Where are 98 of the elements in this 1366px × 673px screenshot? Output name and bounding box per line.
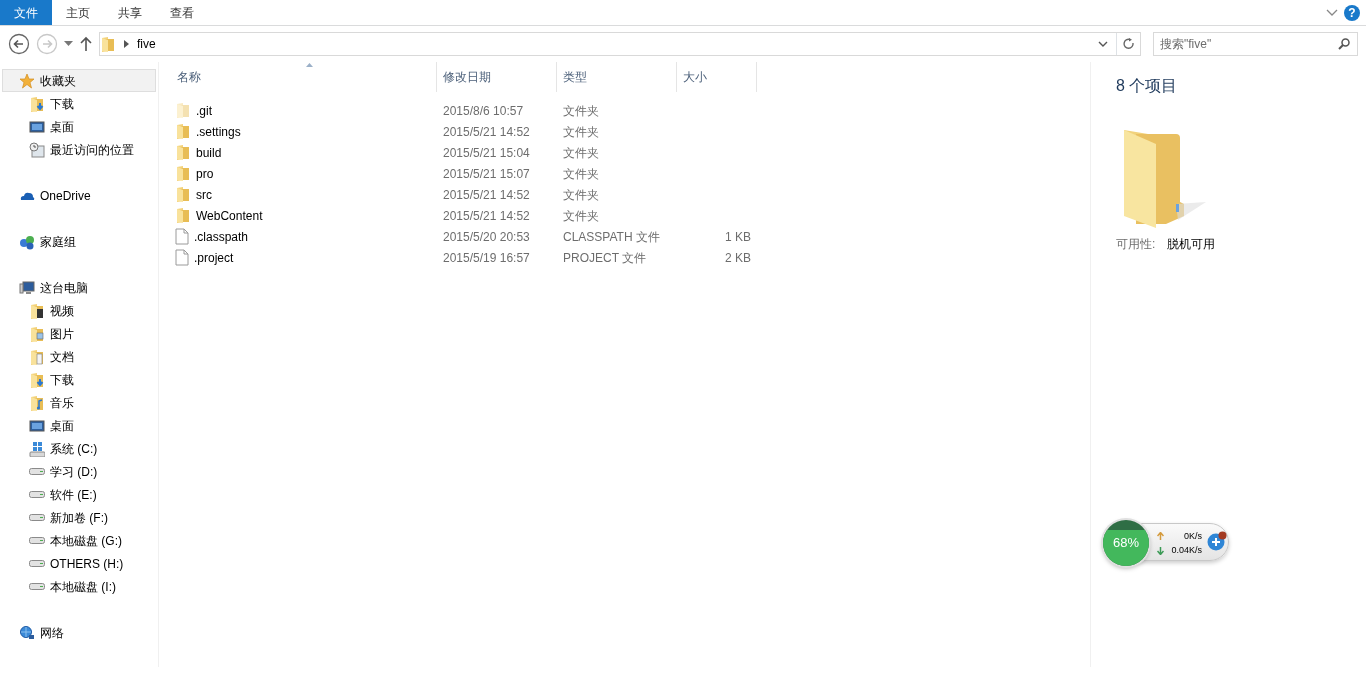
breadcrumb-arrow-icon — [124, 40, 129, 48]
upload-arrow-icon — [1157, 532, 1164, 540]
document-folder-icon — [29, 348, 45, 365]
search-field[interactable]: 搜索"five" — [1153, 32, 1358, 56]
chevron-down-icon[interactable] — [1326, 8, 1338, 17]
address-bar[interactable]: five — [99, 32, 1141, 56]
download-arrow-icon — [1157, 547, 1164, 555]
file-name[interactable]: WebContent — [196, 206, 263, 225]
sidebar-item[interactable]: 桌面 — [2, 414, 156, 437]
sidebar-item[interactable]: 家庭组 — [2, 230, 156, 253]
sidebar-item[interactable]: 下载 — [2, 368, 156, 391]
file-name[interactable]: .settings — [196, 122, 241, 141]
gauge-percent: 68% — [1112, 534, 1140, 552]
file-type: CLASSPATH 文件 — [563, 229, 660, 244]
sidebar-item[interactable]: OTHERS (H:) — [2, 552, 156, 575]
breadcrumb-item[interactable]: five — [137, 35, 156, 53]
back-button[interactable] — [8, 33, 30, 55]
help-button[interactable]: ? — [1344, 4, 1360, 21]
modified-date: 2015/5/21 15:07 — [443, 166, 530, 181]
sidebar-item[interactable]: 学习 (D:) — [2, 460, 156, 483]
file-type: 文件夹 — [563, 187, 599, 202]
star-icon — [19, 72, 35, 89]
file-size: 1 KB — [725, 229, 751, 244]
picture-folder-icon — [29, 325, 45, 342]
item-count: 8 个项目 — [1116, 76, 1179, 96]
recent-places-icon — [29, 141, 45, 158]
music-folder-icon — [29, 394, 45, 411]
drive-icon — [29, 468, 45, 475]
drive-icon — [29, 583, 45, 590]
sidebar-item[interactable]: 视频 — [2, 299, 156, 322]
file-type: 文件夹 — [563, 124, 599, 139]
sidebar-item[interactable]: 最近访问的位置 — [2, 138, 156, 161]
sidebar-item[interactable]: 网络 — [2, 621, 156, 644]
video-folder-icon — [29, 302, 45, 319]
file-type: PROJECT 文件 — [563, 250, 647, 265]
folder-icon — [100, 35, 116, 53]
download-folder-icon — [29, 95, 45, 112]
sidebar-item[interactable]: 软件 (E:) — [2, 483, 156, 506]
sidebar-item[interactable]: 桌面 — [2, 115, 156, 138]
monitor-icon — [29, 118, 45, 135]
drive-icon — [29, 491, 45, 498]
file-name[interactable]: src — [196, 185, 212, 204]
file-name[interactable]: .git — [196, 101, 212, 120]
modified-date: 2015/8/6 10:57 — [443, 103, 524, 118]
sidebar-item[interactable]: 图片 — [2, 322, 156, 345]
sort-arrow-icon — [305, 63, 313, 67]
column-header[interactable]: 名称 — [175, 62, 437, 92]
sidebar-item[interactable]: OneDrive — [2, 184, 156, 207]
sidebar-item[interactable]: 本地磁盘 (G:) — [2, 529, 156, 552]
modified-date: 2015/5/19 16:57 — [443, 250, 530, 265]
file-type: 文件夹 — [563, 166, 599, 181]
system-drive-icon — [29, 440, 45, 457]
ribbon-tab[interactable]: 查看 — [156, 0, 208, 25]
file-name[interactable]: .classpath — [194, 227, 249, 246]
file-size: 2 KB — [725, 250, 751, 265]
sidebar-item[interactable]: 系统 (C:) — [2, 437, 156, 460]
property-value: 脱机可用 — [1167, 236, 1216, 253]
file-name[interactable]: .project — [194, 248, 234, 267]
sidebar-item[interactable]: 文档 — [2, 345, 156, 368]
drive-icon — [29, 560, 45, 567]
download-folder-icon — [29, 371, 45, 388]
download-speed: 0.04K/s — [1171, 544, 1202, 557]
modified-date: 2015/5/21 15:04 — [443, 145, 530, 160]
upload-speed: 0K/s — [1184, 530, 1202, 543]
plus-button[interactable] — [1207, 531, 1227, 551]
column-header[interactable]: 类型 — [557, 62, 677, 92]
ribbon-tab[interactable]: 共享 — [104, 0, 156, 25]
file-type: 文件夹 — [563, 103, 599, 118]
property-label: 可用性: — [1116, 236, 1156, 253]
up-arrow-button[interactable] — [79, 36, 93, 52]
refresh-icon[interactable] — [1122, 38, 1135, 50]
sidebar-item[interactable]: 新加卷 (F:) — [2, 506, 156, 529]
drive-icon — [29, 537, 45, 544]
homegroup-icon — [19, 233, 35, 250]
sidebar-item[interactable]: 音乐 — [2, 391, 156, 414]
chevron-down-icon[interactable] — [1098, 40, 1108, 48]
ribbon-tab[interactable]: 文件 — [0, 0, 52, 25]
monitor-icon — [29, 417, 45, 434]
drive-icon — [29, 514, 45, 521]
file-name[interactable]: build — [196, 143, 222, 162]
dropdown-caret-icon[interactable] — [64, 41, 73, 47]
modified-date: 2015/5/21 14:52 — [443, 208, 530, 223]
ribbon-tab[interactable]: 主页 — [52, 0, 104, 25]
sidebar-item[interactable]: 这台电脑 — [2, 276, 156, 299]
modified-date: 2015/5/21 14:52 — [443, 187, 530, 202]
file-name[interactable]: pro — [196, 164, 214, 183]
modified-date: 2015/5/21 14:52 — [443, 124, 530, 139]
file-type: 文件夹 — [563, 208, 599, 223]
file-type: 文件夹 — [563, 145, 599, 160]
column-header[interactable]: 修改日期 — [437, 62, 557, 92]
modified-date: 2015/5/20 20:53 — [443, 229, 530, 244]
computer-icon — [19, 279, 35, 296]
column-header[interactable]: 大小 — [677, 62, 757, 92]
sidebar-item[interactable]: 收藏夹 — [2, 69, 156, 92]
sidebar-item[interactable]: 本地磁盘 (I:) — [2, 575, 156, 598]
network-icon — [19, 624, 35, 641]
sidebar-item[interactable]: 下载 — [2, 92, 156, 115]
search-icon[interactable] — [1338, 38, 1350, 50]
